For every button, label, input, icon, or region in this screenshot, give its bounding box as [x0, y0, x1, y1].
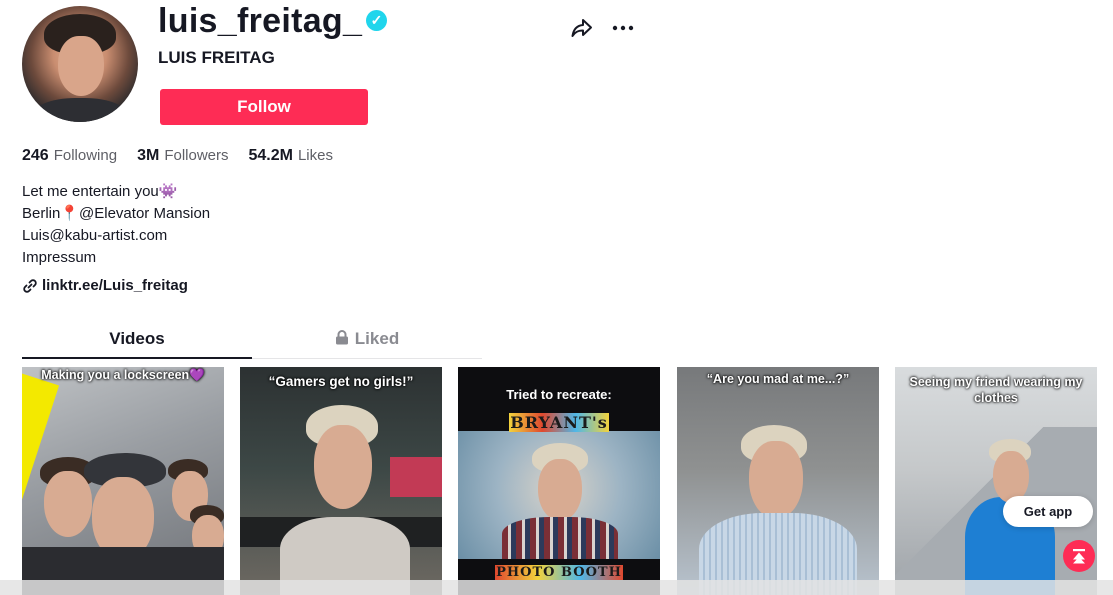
arrow-up-to-top-icon [1073, 549, 1085, 564]
followers-count: 3M [137, 147, 160, 164]
get-app-button[interactable]: Get app [1003, 496, 1093, 527]
following-count: 246 [22, 147, 49, 164]
profile-avatar[interactable] [22, 6, 138, 122]
video-caption: Making you a lockscreen💜 [41, 368, 205, 382]
profile-bio: Let me entertain you👾 Berlin📍@Elevator M… [22, 181, 210, 269]
video-overlay-subtitle: PHOTO BOOTH [458, 565, 660, 580]
profile-stats: 246 Following 3M Followers 54.2M Likes [22, 146, 353, 166]
thumbnail-graphic [314, 425, 372, 509]
thumbnail-graphic [44, 471, 92, 537]
stat-likes: 54.2M Likes [249, 146, 334, 166]
browser-bottom-bar [0, 580, 1113, 595]
video-overlay-title: BRYANT's [458, 413, 660, 432]
verified-check-icon: ✓ [366, 10, 387, 31]
overlay-text: PHOTO BOOTH [495, 565, 623, 580]
video-thumbnail[interactable]: “Gamers get no girls!” [240, 367, 442, 595]
thumbnail-graphic [390, 457, 442, 497]
tab-liked[interactable]: Liked [252, 324, 482, 358]
scroll-to-top-button[interactable] [1063, 540, 1095, 572]
likes-count: 54.2M [248, 147, 293, 164]
profile-display-name: LUIS FREITAG [158, 48, 275, 67]
likes-label: Likes [297, 147, 333, 164]
stat-following[interactable]: 246 Following [22, 146, 117, 166]
link-icon [23, 279, 37, 293]
overlay-text: BRYANT's [509, 413, 609, 432]
video-caption: “Gamers get no girls!” [268, 374, 414, 389]
follow-button[interactable]: Follow [160, 89, 368, 125]
thumbnail-graphic [502, 517, 618, 559]
tab-videos[interactable]: Videos [22, 324, 252, 359]
bio-line-3: Luis@kabu-artist.com [22, 227, 168, 244]
tab-liked-label: Liked [354, 329, 400, 348]
more-horizontal-icon[interactable] [610, 15, 636, 41]
bio-link[interactable]: linktr.ee/Luis_freitag [22, 276, 188, 296]
profile-username: luis_freitag_ [158, 2, 363, 40]
thumbnail-graphic [538, 459, 582, 521]
video-thumbnail[interactable]: “Are you mad at me...?” [677, 367, 879, 595]
share-arrow-icon[interactable] [569, 15, 595, 41]
video-caption: “Are you mad at me...?” [706, 372, 850, 386]
video-thumbnail[interactable]: Tried to recreate: BRYANT's PHOTO BOOTH [458, 367, 660, 595]
bio-line-4: Impressum [22, 249, 97, 266]
avatar-shirt [32, 98, 128, 122]
followers-label: Followers [164, 147, 229, 164]
following-label: Following [53, 147, 118, 164]
lock-icon [335, 330, 348, 345]
stat-followers[interactable]: 3M Followers [137, 146, 228, 166]
thumbnail-graphic [749, 441, 803, 519]
video-caption: Seeing my friend wearing my clothes [909, 375, 1083, 405]
bio-line-1: Let me entertain you👾 [22, 183, 178, 200]
avatar-face [58, 36, 104, 96]
profile-tabs: Videos Liked [22, 324, 482, 359]
video-caption: Tried to recreate: [506, 387, 612, 402]
video-grid: Making you a lockscreen💜 “Gamers get no … [22, 367, 1113, 595]
bio-link-text: linktr.ee/Luis_freitag [42, 277, 188, 294]
video-thumbnail[interactable]: Making you a lockscreen💜 [22, 367, 224, 595]
bio-line-2: Berlin📍@Elevator Mansion [22, 205, 211, 222]
